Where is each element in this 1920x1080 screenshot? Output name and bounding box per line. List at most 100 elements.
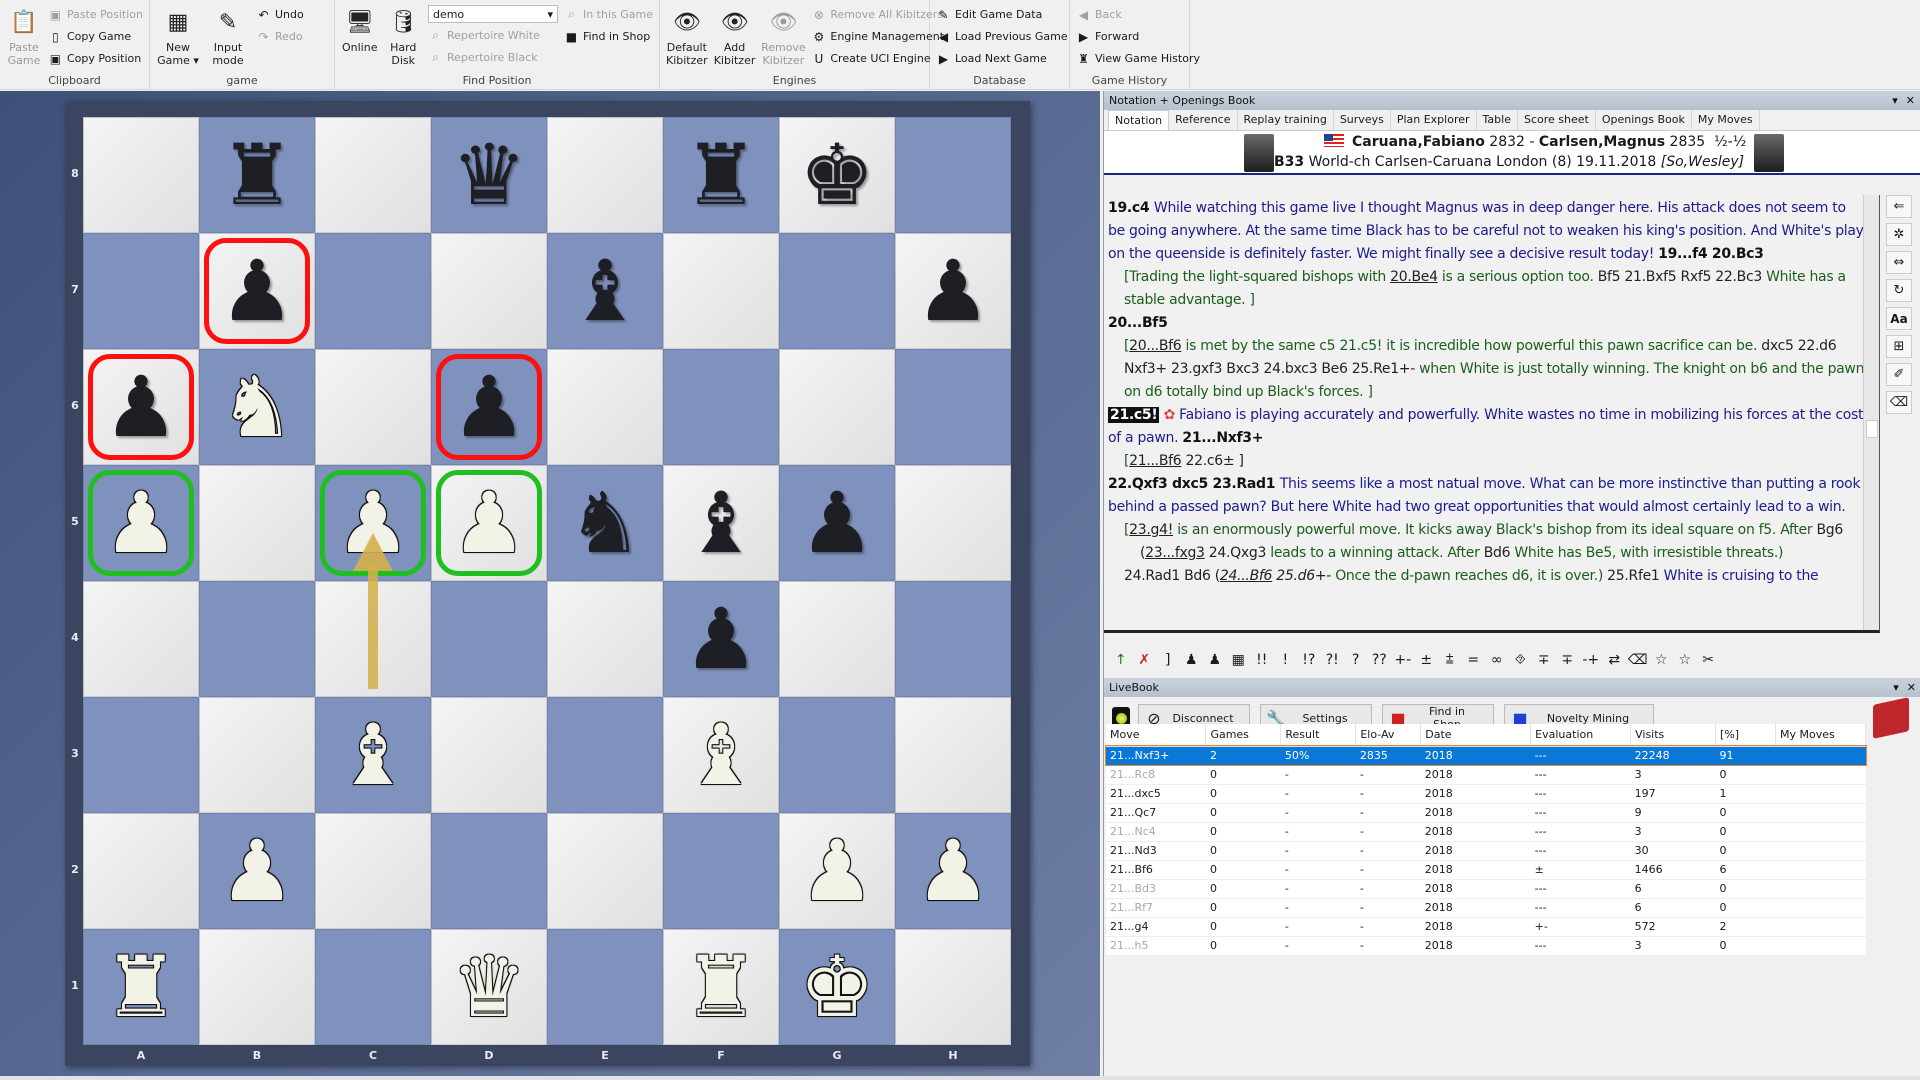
tab-my-moves[interactable]: My Moves — [1692, 110, 1760, 130]
white-king-icon[interactable]: ♚ — [799, 945, 874, 1029]
black-rook-icon[interactable]: ♜ — [219, 133, 294, 217]
annotation-symbol-9[interactable]: ?! — [1321, 652, 1345, 668]
square-c8[interactable] — [315, 117, 431, 233]
square-b2[interactable]: ♟ — [199, 813, 315, 929]
square-d5[interactable]: ♟ — [431, 465, 547, 581]
chessboard[interactable]: ♜ ♛ ♜ ♚ ♟ ♝ ♟ ♟ ♞ ♟ ♟ ♟ ♟ ♞ ♝ ♟ ♟ ♝ ♝ ♟ ♟ ♟ ♜ ♛ ♜ ♚ — [83, 117, 1011, 1045]
ribbon-button-repertoire-white[interactable]: ⌕ Repertoire White — [428, 26, 558, 45]
column-header-date[interactable]: Date — [1420, 724, 1532, 747]
move-text[interactable]: 21.c5! — [1108, 407, 1160, 423]
move-text[interactable]: Bd6 — [1484, 545, 1515, 561]
ribbon-button-in-this-game[interactable]: ⌕ In this Game — [564, 5, 653, 24]
move-text[interactable]: 25.d6+- — [1272, 568, 1335, 584]
square-f8[interactable]: ♜ — [663, 117, 779, 233]
square-f2[interactable] — [663, 813, 779, 929]
tab-reference[interactable]: Reference — [1169, 110, 1238, 130]
annotation-symbol-7[interactable]: ! — [1274, 652, 1298, 668]
square-e8[interactable] — [547, 117, 663, 233]
annotation-symbol-2[interactable]: ] — [1156, 652, 1180, 668]
white-pawn-icon[interactable]: ♟ — [335, 481, 410, 565]
ribbon-button-back[interactable]: ◀ Back — [1076, 5, 1200, 24]
scroll-thumb[interactable] — [1866, 420, 1878, 438]
square-g3[interactable] — [779, 697, 895, 813]
square-b1[interactable] — [199, 929, 315, 1045]
ribbon-button-load-next-game[interactable]: ▶ Load Next Game — [936, 49, 1068, 68]
square-a8[interactable] — [83, 117, 199, 233]
move-text[interactable]: 24.Rad1 Bd6 ( — [1124, 568, 1220, 584]
panel-menu-icon[interactable]: ▾ — [1892, 94, 1898, 107]
black-rook-icon[interactable]: ♜ — [683, 133, 758, 217]
square-h3[interactable] — [895, 697, 1011, 813]
ribbon-button-undo[interactable]: ↶ Undo — [256, 5, 303, 24]
ribbon-button-paste-position[interactable]: ▣ Paste Position — [48, 5, 143, 24]
ribbon-button-create-uci-engine[interactable]: U Create UCI Engine — [811, 49, 944, 68]
column-header-result[interactable]: Result — [1280, 724, 1357, 747]
ribbon-button-redo[interactable]: ↷ Redo — [256, 27, 304, 46]
square-d4[interactable] — [431, 581, 547, 697]
square-e1[interactable] — [547, 929, 663, 1045]
annotation-symbol-4[interactable]: ♟ — [1203, 652, 1227, 668]
column-header-move[interactable]: Move — [1106, 724, 1207, 747]
square-b3[interactable] — [199, 697, 315, 813]
square-b4[interactable] — [199, 581, 315, 697]
move-text[interactable]: 22.c6± ] — [1181, 453, 1244, 469]
table-row[interactable]: 21...Nd3 0- -2018 --- 30 0 — [1106, 841, 1866, 861]
tab-openings-book[interactable]: Openings Book — [1596, 110, 1692, 130]
annotation-symbol-13[interactable]: ± — [1415, 652, 1439, 668]
square-a4[interactable] — [83, 581, 199, 697]
notation-scrollbar[interactable] — [1863, 195, 1879, 630]
square-h5[interactable] — [895, 465, 1011, 581]
square-a3[interactable] — [83, 697, 199, 813]
annotation-symbol-15[interactable]: = — [1462, 652, 1486, 668]
square-a7[interactable] — [83, 233, 199, 349]
move-text[interactable]: 22.Qxf3 dxc5 23.Rad1 — [1108, 476, 1280, 492]
column-header-[interactable]: [%] — [1715, 724, 1776, 747]
shuffle-icon[interactable]: ✲ — [1886, 223, 1912, 246]
white-pawn-icon[interactable]: ♟ — [451, 481, 526, 565]
square-c5[interactable]: ♟ — [315, 465, 431, 581]
table-row[interactable]: 21...Nc4 0- -2018 --- 3 0 — [1106, 822, 1866, 842]
white-player[interactable]: Caruana,Fabiano — [1352, 134, 1485, 150]
ribbon-button-repertoire-black[interactable]: ⌕ Repertoire Black — [428, 48, 558, 67]
black-bishop-icon[interactable]: ♝ — [567, 249, 642, 333]
annotation-symbol-1[interactable]: ✗ — [1133, 652, 1157, 668]
square-e4[interactable] — [547, 581, 663, 697]
square-a5[interactable]: ♟ — [83, 465, 199, 581]
ribbon-button-remove-all-kibitzers[interactable]: ⊗ Remove All Kibitzers — [811, 5, 944, 24]
square-d6[interactable]: ♟ — [431, 349, 547, 465]
square-f6[interactable] — [663, 349, 779, 465]
white-knight-icon[interactable]: ♞ — [219, 365, 294, 449]
square-a1[interactable]: ♜ — [83, 929, 199, 1045]
move-text[interactable]: Bg6 — [1816, 522, 1843, 538]
square-e7[interactable]: ♝ — [547, 233, 663, 349]
tab-plan-explorer[interactable]: Plan Explorer — [1391, 110, 1477, 130]
square-c4[interactable] — [315, 581, 431, 697]
black-pawn-icon[interactable]: ♟ — [451, 365, 526, 449]
square-f7[interactable] — [663, 233, 779, 349]
square-g1[interactable]: ♚ — [779, 929, 895, 1045]
square-b5[interactable] — [199, 465, 315, 581]
tab-notation[interactable]: Notation — [1108, 110, 1170, 130]
annotation-symbol-3[interactable]: ♟ — [1180, 652, 1204, 668]
move-text[interactable]: 24.Qxg3 — [1205, 545, 1271, 561]
square-e2[interactable] — [547, 813, 663, 929]
square-b8[interactable]: ♜ — [199, 117, 315, 233]
square-e5[interactable]: ♞ — [547, 465, 663, 581]
annotation-symbol-14[interactable]: ⩲ — [1438, 652, 1462, 668]
black-pawn-icon[interactable]: ♟ — [799, 481, 874, 565]
column-header-games[interactable]: Games — [1205, 724, 1282, 747]
square-h7[interactable]: ♟ — [895, 233, 1011, 349]
table-row[interactable]: 21...Qc7 0- -2018 --- 9 0 — [1106, 803, 1866, 823]
black-pawn-icon[interactable]: ♟ — [219, 249, 294, 333]
square-c3[interactable]: ♝ — [315, 697, 431, 813]
white-rook-icon[interactable]: ♜ — [683, 945, 758, 1029]
black-player[interactable]: Carlsen,Magnus — [1539, 134, 1665, 150]
move-text[interactable]: 25.Rfe1 — [1607, 568, 1664, 584]
chevron-down-icon[interactable]: ▾ — [547, 8, 553, 21]
column-header-mymoves[interactable]: My Moves — [1775, 724, 1866, 747]
square-h2[interactable]: ♟ — [895, 813, 1011, 929]
column-header-evaluation[interactable]: Evaluation — [1530, 724, 1632, 747]
square-b7[interactable]: ♟ — [199, 233, 315, 349]
table-row[interactable]: 21...Rf7 0- -2018 --- 6 0 — [1106, 898, 1866, 918]
panel-menu-icon[interactable]: ▾ — [1893, 681, 1899, 694]
